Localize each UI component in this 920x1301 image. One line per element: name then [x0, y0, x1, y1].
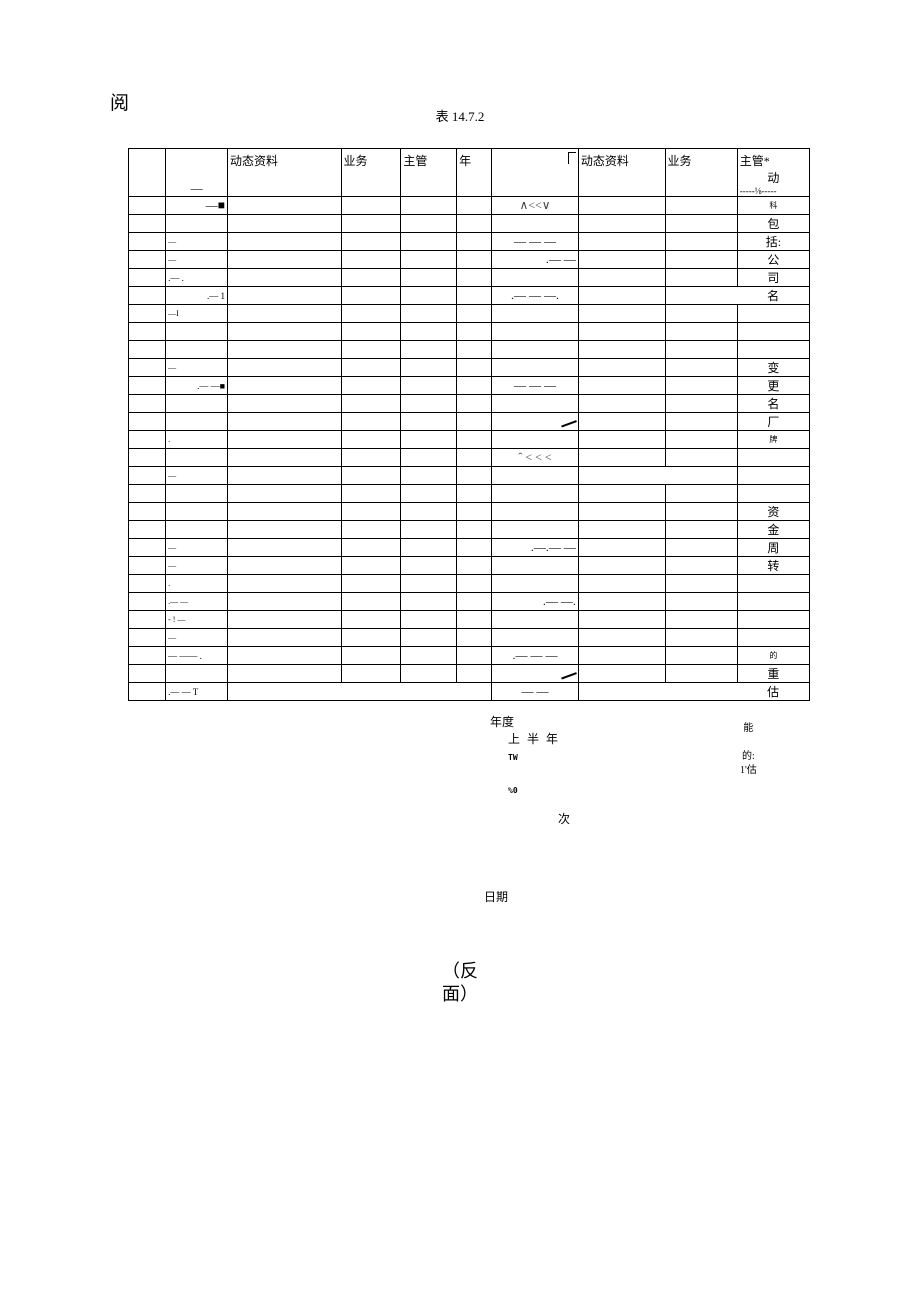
table-header-row: — 动态资料 业务 主管 年 动态资料 业务 主管*动-----⅛-----: [129, 149, 810, 197]
h-c4: 主管: [401, 149, 457, 197]
table-row: —.— —公: [129, 251, 810, 269]
h-c5: 年: [457, 149, 492, 197]
table-row: 资: [129, 503, 810, 521]
h-c7: 动态资料: [578, 149, 665, 197]
table-row: [129, 485, 810, 503]
h-c8: 业务: [665, 149, 737, 197]
data-table: — 动态资料 业务 主管 年 动态资料 业务 主管*动-----⅛----- —…: [128, 148, 810, 701]
table-number: 表 14.7.2: [0, 106, 920, 125]
h-c2: 动态资料: [228, 149, 342, 197]
table-row: .: [129, 575, 810, 593]
table-row: 重: [129, 665, 810, 683]
table-row: 金: [129, 521, 810, 539]
table-row: 厂: [129, 413, 810, 431]
table-row: —: [129, 467, 810, 485]
table-row: [129, 323, 810, 341]
slash-mark-icon: [559, 415, 577, 428]
reverse-side-label: （反 面）: [0, 960, 920, 1007]
corner-shape-icon: [568, 152, 576, 164]
h-c9: 主管*动-----⅛-----: [737, 149, 809, 197]
h-c1: —: [166, 149, 228, 197]
date-label: 日期: [484, 888, 508, 905]
year-label: 年度: [490, 715, 514, 729]
table-row: ˆ < < <: [129, 449, 810, 467]
table-row: —: [129, 629, 810, 647]
table-row: —— — —括:: [129, 233, 810, 251]
table-row: .— —■— — —更: [129, 377, 810, 395]
first-half-label: 上 半 年: [508, 732, 560, 746]
table-row: .— —.— —.: [129, 593, 810, 611]
table-container: — 动态资料 业务 主管 年 动态资料 业务 主管*动-----⅛----- —…: [128, 148, 810, 701]
pct-label: %0: [508, 786, 518, 795]
tw-label: TW: [508, 753, 518, 762]
table-row: — —— ..— — —的: [129, 647, 810, 665]
table-row: —.—.— —周: [129, 539, 810, 557]
table-row: 名: [129, 395, 810, 413]
table-row: —变: [129, 359, 810, 377]
h-c0: [129, 149, 166, 197]
side-extra-labels: 能 的: 1'估: [740, 722, 757, 778]
table-row: 包: [129, 215, 810, 233]
h-c6: [492, 149, 579, 197]
table-row: .— — T— —估: [129, 683, 810, 701]
table-row: —转: [129, 557, 810, 575]
table-row: .— .司: [129, 269, 810, 287]
slash-mark-icon: [559, 667, 577, 680]
ci-label: 次: [558, 810, 570, 827]
table-row: [129, 341, 810, 359]
bottom-labels-block: 年度 上 半 年 TW %0: [490, 714, 560, 798]
table-row: —I: [129, 305, 810, 323]
table-row: .— 1.— — —.名: [129, 287, 810, 305]
table-row: .牌: [129, 431, 810, 449]
h-c3: 业务: [341, 149, 401, 197]
table-row: —■ ∧<<∨ 科: [129, 197, 810, 215]
table-row: - ! —: [129, 611, 810, 629]
